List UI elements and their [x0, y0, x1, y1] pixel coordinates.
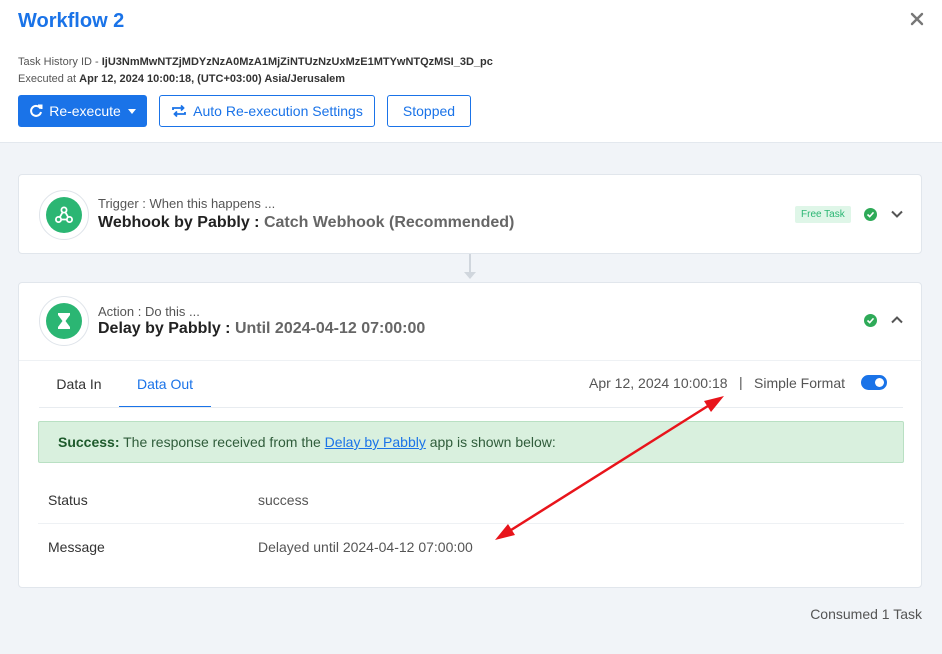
trigger-subtitle: Trigger : When this happens ... [98, 196, 276, 211]
auto-reexecution-settings-button[interactable]: Auto Re-execution Settings [159, 95, 375, 127]
webhook-app-icon [39, 190, 89, 240]
success-label: Success: [58, 434, 120, 450]
page-title: Workflow 2 [18, 10, 125, 32]
modal-header: Workflow 2 Task History ID - IjU3NmMwNTZ… [0, 0, 942, 143]
auto-reexecution-label: Auto Re-execution Settings [193, 103, 363, 119]
status-value: success [258, 492, 309, 508]
close-icon[interactable] [910, 12, 924, 26]
executed-value: Apr 12, 2024 10:00:18, (UTC+03:00) Asia/… [79, 73, 346, 85]
trigger-app-name: Webhook by Pabbly : [98, 214, 264, 231]
executed-label: Executed at [18, 73, 80, 85]
free-task-badge: Free Task [795, 206, 851, 223]
tabs-divider [39, 407, 903, 408]
tab-data-in[interactable]: Data In [39, 361, 119, 408]
trigger-title: Webhook by Pabbly : Catch Webhook (Recom… [98, 214, 514, 232]
task-history-id: Task History ID - IjU3NmMwNTZjMDYzNzA0Mz… [18, 56, 493, 68]
check-circle-icon [864, 208, 877, 221]
task-history-value: IjU3NmMwNTZjMDYzNzA0MzA1MjZiNTUzNzUxMzE1… [101, 56, 493, 68]
action-app-name: Delay by Pabbly : [98, 320, 235, 337]
step-connector-arrow-icon [464, 272, 476, 279]
status-label: Status [48, 492, 88, 508]
delay-app-icon [39, 296, 89, 346]
chevron-down-icon[interactable] [890, 207, 904, 221]
success-alert: Success: The response received from the … [38, 421, 904, 463]
action-subtitle: Action : Do this ... [98, 304, 200, 319]
toggle-knob [875, 378, 884, 387]
success-text-post: app is shown below: [425, 434, 556, 450]
tab-data-out[interactable]: Data Out [119, 361, 211, 408]
action-step-card: Action : Do this ... Delay by Pabbly : U… [18, 282, 923, 588]
message-value: Delayed until 2024-04-12 07:00:00 [258, 539, 473, 555]
trigger-step-card[interactable]: Trigger : When this happens ... Webhook … [18, 174, 922, 254]
execution-timestamp: Apr 12, 2024 10:00:18 [589, 375, 728, 391]
task-history-label: Task History ID - [18, 56, 102, 68]
webhook-icon [55, 206, 73, 223]
message-label: Message [48, 539, 105, 555]
re-execute-label: Re-execute [49, 103, 121, 119]
re-execute-button[interactable]: Re-execute [18, 95, 147, 127]
delay-by-pabbly-link[interactable]: Delay by Pabbly [325, 434, 426, 450]
trigger-event-name: Catch Webhook (Recommended) [263, 214, 515, 231]
refresh-icon [30, 104, 43, 117]
check-circle-icon [864, 314, 877, 327]
success-text-pre: The response received from the [119, 434, 325, 450]
action-event-name: Until 2024-04-12 07:00:00 [234, 320, 426, 337]
separator: | [739, 374, 743, 390]
action-title: Delay by Pabbly : Until 2024-04-12 07:00… [98, 320, 425, 338]
stopped-label: Stopped [402, 103, 456, 119]
caret-down-icon [127, 108, 136, 114]
row-divider [38, 523, 904, 524]
hourglass-icon [58, 313, 70, 329]
simple-format-label: Simple Format [754, 375, 846, 391]
stopped-button[interactable]: Stopped [387, 95, 471, 127]
executed-at: Executed at Apr 12, 2024 10:00:18, (UTC+… [18, 73, 345, 85]
repeat-icon [172, 104, 187, 118]
chevron-up-icon[interactable] [890, 313, 904, 327]
simple-format-toggle[interactable] [861, 375, 887, 390]
consumed-tasks: Consumed 1 Task [810, 606, 922, 622]
